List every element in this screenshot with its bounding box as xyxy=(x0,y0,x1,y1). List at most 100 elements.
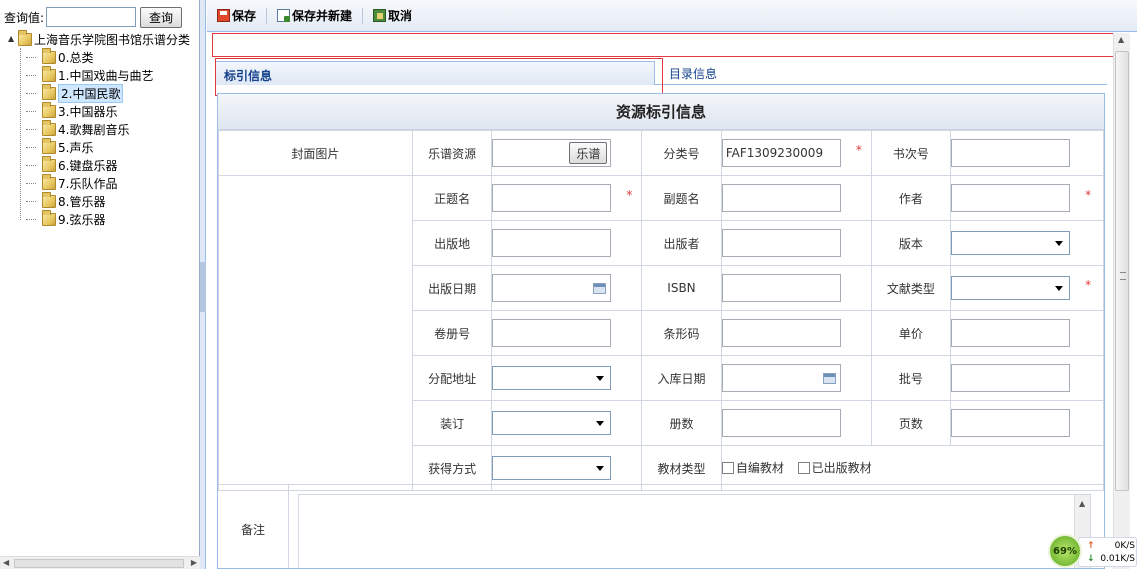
isbn-field[interactable] xyxy=(721,274,841,302)
binding-select[interactable] xyxy=(492,411,612,435)
folder-icon xyxy=(42,137,56,154)
vertical-scrollbar[interactable]: ▲ xyxy=(1113,33,1130,569)
barcode-cell xyxy=(720,310,872,356)
tree-item-label: 5.声乐 xyxy=(58,140,94,155)
tab-highlight-frame xyxy=(215,58,663,96)
tree-item[interactable]: 8.管乐器 xyxy=(4,191,200,210)
splitter-grip[interactable] xyxy=(200,262,206,312)
required-mark: * xyxy=(626,188,633,202)
memory-usage-badge[interactable]: 69% xyxy=(1048,534,1082,568)
pub-date-field[interactable] xyxy=(492,274,612,302)
tree-item[interactable]: 7.乐队作品 xyxy=(4,173,200,192)
checkbox-box[interactable] xyxy=(797,461,810,474)
tree-connector xyxy=(26,93,36,94)
tree-item-label: 2.中国民歌 xyxy=(58,83,124,103)
collapse-icon[interactable]: ▲ xyxy=(8,34,14,43)
category-tree: ▲ 上海音乐学院图书馆乐谱分类 0.总类 1.中国戏曲与曲艺 2.中国民歌 3.… xyxy=(4,29,200,228)
save-button[interactable]: 保存 xyxy=(217,7,256,24)
save-and-new-button[interactable]: 保存并新建 xyxy=(277,7,352,24)
remark-textarea[interactable]: ▲ xyxy=(298,494,1091,568)
edition-select[interactable] xyxy=(951,231,1071,255)
subtitle-field[interactable] xyxy=(721,184,841,212)
panel-splitter[interactable] xyxy=(200,0,206,569)
tab-catalog-info[interactable]: 目录信息 xyxy=(669,65,717,82)
copy-no-field[interactable] xyxy=(951,139,1071,167)
batch-no-label: 批号 xyxy=(870,355,952,401)
tree-item[interactable]: 9.弦乐器 xyxy=(4,209,200,228)
pub-place-label: 出版地 xyxy=(411,220,493,266)
pub-place-field[interactable] xyxy=(492,229,612,257)
calendar-icon[interactable] xyxy=(822,373,836,384)
score-upload-button[interactable]: 乐谱 xyxy=(569,142,608,164)
search-input[interactable] xyxy=(46,7,137,27)
unit-price-field[interactable] xyxy=(951,319,1071,347)
alloc-addr-select[interactable] xyxy=(492,366,612,390)
barcode-label: 条形码 xyxy=(641,310,722,356)
batch-no-cell xyxy=(950,355,1104,401)
doc-type-select[interactable] xyxy=(951,276,1071,300)
binding-label: 装订 xyxy=(411,400,493,446)
toolbar-separator xyxy=(266,7,268,24)
cover-image-area[interactable] xyxy=(218,175,413,491)
volume-field[interactable] xyxy=(492,319,612,347)
self-textbook-checkbox[interactable]: 自编教材 xyxy=(721,459,784,476)
publisher-label: 出版者 xyxy=(641,220,722,266)
class-no-field[interactable]: FAF1309230009 xyxy=(721,139,841,167)
scroll-up-icon[interactable]: ▲ xyxy=(1118,35,1124,44)
tree-connector xyxy=(26,75,36,76)
cancel-button[interactable]: 取消 xyxy=(373,7,412,24)
unit-price-cell xyxy=(950,310,1104,356)
search-row: 查询值: 查询 xyxy=(4,6,183,28)
edition-label: 版本 xyxy=(870,220,952,266)
pub-place-cell xyxy=(491,220,643,266)
tree-item-label: 6.键盘乐器 xyxy=(58,158,118,173)
folder-icon xyxy=(42,155,56,172)
main-title-field[interactable] xyxy=(492,184,612,212)
tree-item[interactable]: 6.键盘乐器 xyxy=(4,155,200,174)
folder-icon xyxy=(42,119,56,136)
alloc-addr-cell xyxy=(491,355,643,401)
barcode-field[interactable] xyxy=(721,319,841,347)
download-speed: ↓ 0.01K/S xyxy=(1087,554,1135,564)
scroll-up-icon[interactable]: ▲ xyxy=(1079,499,1085,508)
index-form: 封面图片 乐谱资源 乐谱 分类号 FAF1309230009 * 书次号 正题名… xyxy=(218,130,1104,491)
tree-item[interactable]: 4.歌舞剧音乐 xyxy=(4,119,200,138)
copy-no-cell xyxy=(950,130,1104,176)
pages-field[interactable] xyxy=(951,409,1071,437)
upload-arrow-icon: ↑ xyxy=(1087,541,1095,551)
copies-field[interactable] xyxy=(721,409,841,437)
folder-icon xyxy=(42,209,56,226)
tree-item-label: 0.总类 xyxy=(58,50,94,65)
scroll-thumb[interactable] xyxy=(1115,51,1129,491)
toolbar-separator xyxy=(362,7,364,24)
checkbox-box[interactable] xyxy=(721,461,734,474)
tree-item[interactable]: 5.声乐 xyxy=(4,137,200,156)
required-mark: * xyxy=(1085,278,1092,292)
scroll-right-icon[interactable]: ▶ xyxy=(191,558,197,567)
author-field[interactable] xyxy=(951,184,1071,212)
remark-row-border xyxy=(218,484,1104,485)
scroll-left-icon[interactable]: ◀ xyxy=(3,558,9,567)
tree-item[interactable]: 3.中国器乐 xyxy=(4,101,200,120)
calendar-icon[interactable] xyxy=(593,283,607,294)
save-icon xyxy=(217,9,230,22)
stock-date-field[interactable] xyxy=(721,364,841,392)
published-textbook-checkbox[interactable]: 已出版教材 xyxy=(797,459,872,476)
tree-item-selected[interactable]: 2.中国民歌 xyxy=(4,83,200,103)
tree-item[interactable]: 1.中国戏曲与曲艺 xyxy=(4,65,200,84)
isbn-label: ISBN xyxy=(641,265,722,311)
required-mark: * xyxy=(855,143,862,157)
tree-root[interactable]: ▲ 上海音乐学院图书馆乐谱分类 xyxy=(4,29,200,48)
publisher-field[interactable] xyxy=(721,229,841,257)
tree-item[interactable]: 0.总类 xyxy=(4,47,200,66)
subtitle-label: 副题名 xyxy=(641,175,722,221)
batch-no-field[interactable] xyxy=(951,364,1071,392)
network-speed-widget[interactable]: ↑ 0K/S ↓ 0.01K/S 69% xyxy=(1048,534,1137,569)
search-button[interactable]: 查询 xyxy=(140,6,183,28)
acquire-method-select[interactable] xyxy=(492,456,612,480)
horizontal-scrollbar[interactable]: ◀ ▶ xyxy=(0,556,200,569)
publisher-cell xyxy=(720,220,872,266)
cancel-icon xyxy=(373,9,387,22)
cover-label: 封面图片 xyxy=(218,130,413,176)
scroll-thumb[interactable] xyxy=(14,559,184,568)
